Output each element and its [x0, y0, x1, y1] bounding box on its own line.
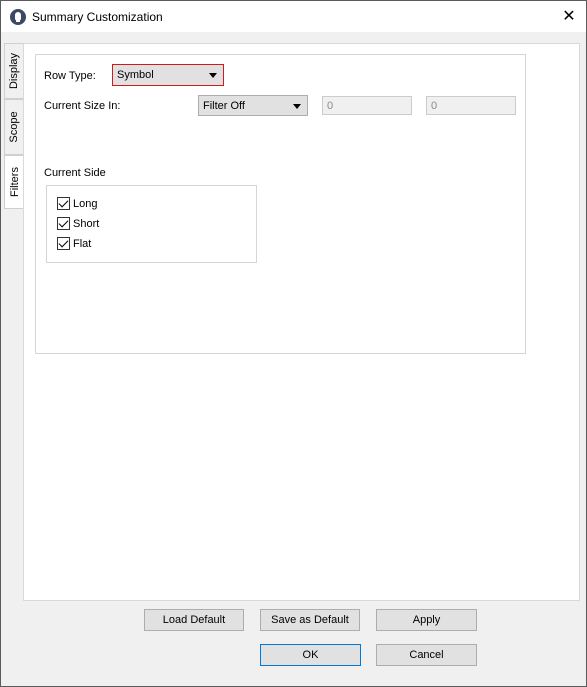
tab-filters[interactable]: Filters: [4, 155, 24, 209]
row-type-label: Row Type:: [44, 70, 96, 82]
row-type-value: Symbol: [117, 69, 154, 81]
tab-display[interactable]: Display: [4, 43, 24, 99]
chevron-down-icon: [293, 104, 301, 109]
close-icon[interactable]: ✕: [559, 7, 579, 27]
tab-scope-label: Scope: [8, 111, 20, 143]
size-min-field[interactable]: 0: [322, 96, 412, 115]
tab-display-label: Display: [8, 52, 20, 90]
tab-scope[interactable]: Scope: [4, 99, 24, 155]
filters-group: Row Type: Symbol Current Size In: Filter…: [35, 54, 526, 354]
apply-button[interactable]: Apply: [376, 609, 477, 631]
current-side-box: Long Short Flat: [46, 185, 257, 263]
checkbox-checked-icon: [57, 237, 70, 250]
size-max-field[interactable]: 0: [426, 96, 516, 115]
save-as-default-button[interactable]: Save as Default: [260, 609, 360, 631]
size-max-value: 0: [431, 100, 438, 112]
side-flat-label: Flat: [73, 238, 92, 250]
side-short-label: Short: [73, 218, 100, 230]
cancel-button[interactable]: Cancel: [376, 644, 477, 666]
tab-filters-label: Filters: [8, 167, 21, 197]
size-min-value: 0: [327, 100, 334, 112]
load-default-button[interactable]: Load Default: [144, 609, 244, 631]
row-type-select[interactable]: Symbol: [112, 64, 224, 86]
app-logo-icon: [10, 9, 26, 25]
side-long-label: Long: [73, 198, 98, 210]
filters-panel: Row Type: Symbol Current Size In: Filter…: [23, 43, 580, 601]
checkbox-checked-icon: [57, 217, 70, 230]
current-size-value: Filter Off: [203, 100, 245, 112]
checkbox-checked-icon: [57, 197, 70, 210]
current-size-label: Current Size In:: [44, 100, 121, 112]
title-bar: Summary Customization ✕: [1, 1, 586, 32]
current-size-select[interactable]: Filter Off: [198, 95, 308, 116]
ok-button[interactable]: OK: [260, 644, 361, 666]
dialog-window: Summary Customization ✕ Display Scope Fi…: [0, 0, 587, 687]
window-title: Summary Customization: [32, 10, 163, 24]
chevron-down-icon: [209, 73, 217, 78]
current-side-label: Current Side: [44, 167, 106, 179]
